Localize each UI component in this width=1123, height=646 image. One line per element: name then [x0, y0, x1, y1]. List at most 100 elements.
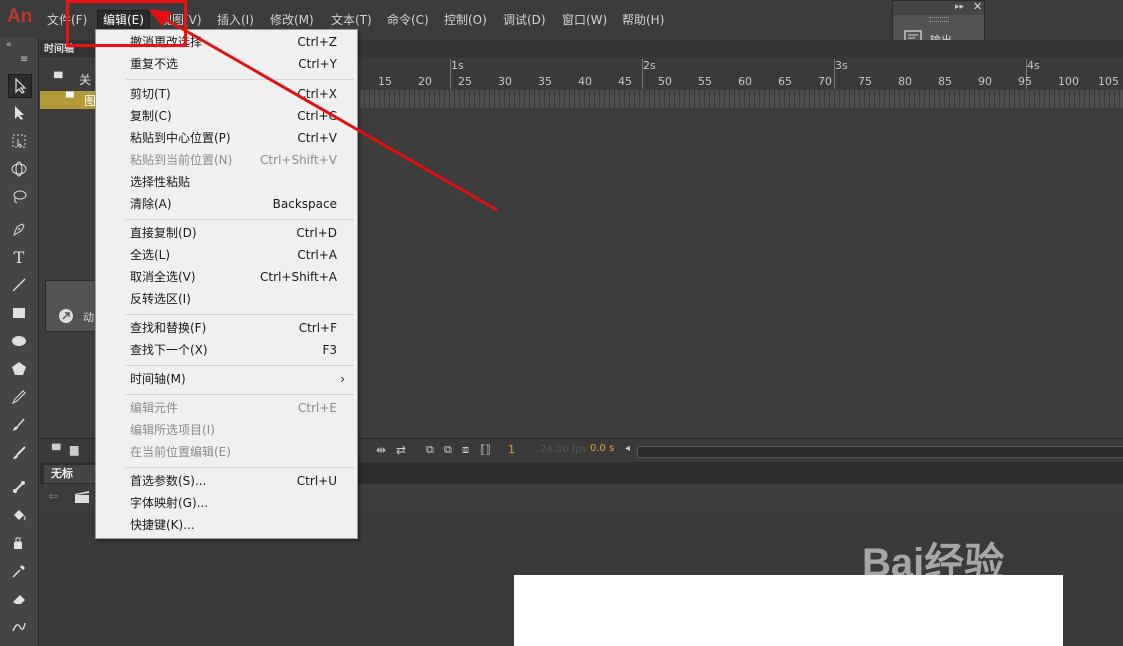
- paint-bucket-tool-icon[interactable]: [8, 504, 30, 526]
- submenu-arrow-icon: ›: [340, 372, 345, 386]
- menu-item-font-mapping[interactable]: 字体映射(G)...: [96, 492, 357, 514]
- frame-number: 55: [698, 75, 712, 88]
- frame-number: 105: [1098, 75, 1119, 88]
- menu-item-edit-selected[interactable]: 编辑所选项目(I): [96, 419, 357, 441]
- elapsed-time[interactable]: 0.0 s: [590, 443, 614, 454]
- pen-tool-icon[interactable]: [8, 218, 30, 240]
- back-arrow-icon[interactable]: ⇦: [48, 489, 58, 503]
- 3d-rotation-tool-icon[interactable]: [8, 158, 30, 180]
- close-icon[interactable]: ✕: [973, 0, 982, 13]
- text-tool-icon[interactable]: T: [8, 246, 30, 268]
- menu-item-shortcuts[interactable]: 快捷键(K)...: [96, 514, 357, 536]
- frame-number: 25: [458, 75, 472, 88]
- ink-bottle-tool-icon[interactable]: [8, 532, 30, 554]
- frame-number: 60: [738, 75, 752, 88]
- new-layer-icon[interactable]: ▀: [52, 444, 60, 457]
- menu-item-copy[interactable]: 复制(C) Ctrl+C: [96, 105, 357, 127]
- menu-item-cut[interactable]: 剪切(T) Ctrl+X: [96, 83, 357, 105]
- document-tab[interactable]: 无标题-1: [44, 465, 96, 498]
- menu-item-label: 编辑元件: [130, 401, 179, 415]
- menu-item-shortcut: F3: [322, 343, 337, 357]
- menu-item-paste-center[interactable]: 粘贴到中心位置(P) Ctrl+V: [96, 127, 357, 149]
- paint-brush-tool-icon[interactable]: [8, 414, 30, 436]
- layer-icon: ▀: [66, 93, 74, 104]
- menu-modify[interactable]: 修改(M): [270, 11, 314, 29]
- panel-menu-icon[interactable]: ≡: [20, 54, 28, 65]
- menu-item-find-replace[interactable]: 查找和替换(F) Ctrl+F: [96, 317, 357, 339]
- menu-window[interactable]: 窗口(W): [562, 11, 607, 29]
- menu-debug[interactable]: 调试(D): [503, 11, 546, 29]
- menu-item-shortcut: Ctrl+Shift+A: [260, 270, 337, 284]
- menu-item-find-next[interactable]: 查找下一个(X) F3: [96, 339, 357, 361]
- eraser-tool-icon[interactable]: [8, 588, 30, 610]
- menu-item-select-all[interactable]: 全选(L) Ctrl+A: [96, 244, 357, 266]
- frame-number: 95: [1018, 75, 1032, 88]
- scene-icon[interactable]: [74, 490, 90, 504]
- menu-item-edit-in-place[interactable]: 在当前位置编辑(E): [96, 441, 357, 463]
- line-tool-icon[interactable]: [8, 274, 30, 296]
- menu-text[interactable]: 文本(T): [331, 11, 372, 29]
- menu-item-shortcut: Ctrl+U: [296, 474, 337, 488]
- menu-commands[interactable]: 命令(C): [387, 11, 429, 29]
- menu-item-shortcut: Ctrl+Y: [298, 57, 337, 71]
- scroll-left-icon[interactable]: ◂: [625, 443, 630, 454]
- layer-row[interactable]: ▀ 图: [40, 91, 96, 109]
- menu-item-redo[interactable]: 重复不选 Ctrl+Y: [96, 53, 357, 75]
- menu-item-preferences[interactable]: 首选参数(S)... Ctrl+U: [96, 470, 357, 492]
- collapse-icon[interactable]: ▸▸: [955, 2, 964, 12]
- menu-item-deselect-all[interactable]: 取消全选(V) Ctrl+Shift+A: [96, 266, 357, 288]
- menu-item-shortcut: Ctrl+D: [296, 226, 337, 240]
- frame-rate[interactable]: 24.00 fps: [540, 444, 587, 455]
- menu-insert[interactable]: 插入(I): [217, 11, 254, 29]
- rectangle-tool-icon[interactable]: [8, 302, 30, 324]
- menu-item-label: 时间轴(M): [130, 372, 186, 386]
- motion-panel-label: 动: [83, 311, 94, 324]
- menu-item-edit-symbol[interactable]: 编辑元件 Ctrl+E: [96, 397, 357, 419]
- menu-control[interactable]: 控制(O): [444, 11, 487, 29]
- oval-tool-icon[interactable]: [8, 330, 30, 352]
- modify-markers-icon[interactable]: ⟦⟧: [480, 443, 491, 456]
- menu-item-label: 编辑所选项目(I): [130, 423, 215, 437]
- new-folder-icon[interactable]: ▆: [70, 443, 78, 456]
- bone-tool-icon[interactable]: [8, 476, 30, 498]
- menu-item-label: 反转选区(I): [130, 292, 191, 306]
- loop-icon[interactable]: ⇄: [396, 443, 406, 457]
- edit-multiple-frames-icon[interactable]: ⧈: [462, 443, 469, 457]
- free-transform-tool-icon[interactable]: [8, 130, 30, 152]
- center-frame-icon[interactable]: ⇹: [376, 443, 386, 457]
- panel-titlebar[interactable]: [893, 1, 984, 15]
- eyedropper-tool-icon[interactable]: [8, 560, 30, 582]
- menu-item-label: 快捷键(K)...: [130, 518, 195, 532]
- menu-item-paste-special[interactable]: 选择性粘贴: [96, 171, 357, 193]
- subselection-tool-icon[interactable]: [8, 102, 30, 124]
- menu-item-shortcut: Ctrl+Z: [297, 35, 337, 49]
- current-frame[interactable]: 1: [508, 443, 515, 456]
- menu-item-label: 在当前位置编辑(E): [130, 445, 231, 459]
- menu-item-clear[interactable]: 清除(A) Backspace: [96, 193, 357, 215]
- pencil-tool-icon[interactable]: [8, 386, 30, 408]
- menu-help[interactable]: 帮助(H): [622, 11, 664, 29]
- lasso-tool-icon[interactable]: [8, 186, 30, 208]
- selection-tool-icon[interactable]: [8, 74, 32, 98]
- layer-folder-icon[interactable]: ▀: [54, 72, 62, 85]
- menu-item-invert-selection[interactable]: 反转选区(I): [96, 288, 357, 310]
- watermark-url: jingyan.baidu.com: [862, 590, 1008, 610]
- polystar-tool-icon[interactable]: [8, 358, 30, 380]
- grip-icon[interactable]: [929, 17, 949, 22]
- menu-separator: [126, 219, 354, 220]
- menu-item-timeline[interactable]: 时间轴(M) ›: [96, 368, 357, 390]
- menu-item-shortcut: Ctrl+C: [297, 109, 337, 123]
- menu-separator: [126, 314, 354, 315]
- onion-outline-icon[interactable]: ⧉: [444, 443, 452, 457]
- motion-presets-panel[interactable]: 动: [45, 280, 97, 332]
- width-tool-icon[interactable]: [8, 616, 30, 638]
- brush-tool-icon[interactable]: [8, 442, 30, 464]
- menu-item-label: 字体映射(G)...: [130, 496, 209, 510]
- onion-skin-icon[interactable]: ⧉: [426, 443, 434, 457]
- menu-item-duplicate[interactable]: 直接复制(D) Ctrl+D: [96, 222, 357, 244]
- timeline-scrollbar[interactable]: [637, 446, 1123, 458]
- menu-item-paste-in-place[interactable]: 粘贴到当前位置(N) Ctrl+Shift+V: [96, 149, 357, 171]
- frame-strip[interactable]: [360, 90, 1123, 108]
- menu-item-label: 重复不选: [130, 57, 179, 71]
- collapse-icon[interactable]: «: [6, 40, 12, 50]
